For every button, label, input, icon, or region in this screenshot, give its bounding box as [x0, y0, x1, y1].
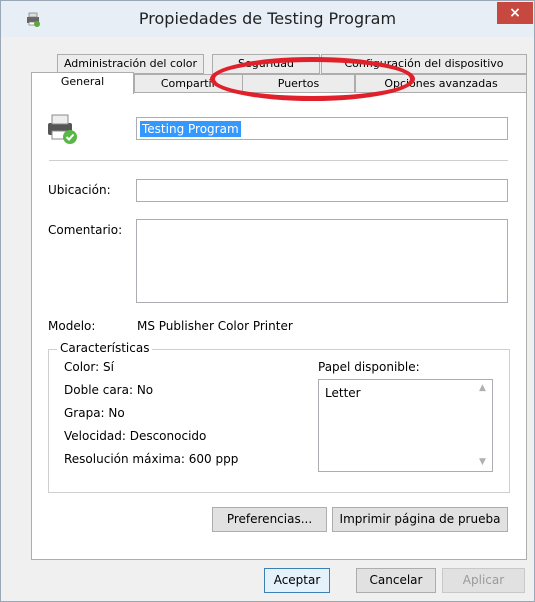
tab-seguridad[interactable]: Seguridad — [212, 54, 320, 74]
model-label: Modelo: — [48, 319, 96, 333]
printer-name-field[interactable]: Testing Program — [136, 117, 508, 140]
feature-staple: Grapa: No — [64, 406, 125, 420]
printer-name-selection: Testing Program — [140, 121, 241, 137]
feature-speed: Velocidad: Desconocido — [64, 429, 207, 443]
model-value: MS Publisher Color Printer — [137, 319, 293, 333]
printer-properties-dialog: Propiedades de Testing Program × Adminis… — [0, 0, 535, 602]
list-item[interactable]: Letter — [325, 386, 361, 400]
tab-puertos[interactable]: Puertos — [242, 74, 355, 94]
feature-duplex: Doble cara: No — [64, 383, 154, 397]
divider — [49, 160, 508, 161]
print-test-page-button[interactable]: Imprimir página de prueba — [332, 507, 508, 532]
scroll-down-icon[interactable]: ▼ — [479, 457, 488, 467]
preferences-button[interactable]: Preferencias... — [212, 507, 327, 532]
scrollbar[interactable]: ▲ ▼ — [475, 380, 492, 469]
location-label: Ubicación: — [48, 183, 111, 197]
scroll-up-icon[interactable]: ▲ — [479, 383, 488, 393]
location-field[interactable] — [136, 179, 508, 202]
tab-administracion-color[interactable]: Administración del color — [57, 54, 204, 74]
close-button[interactable]: × — [497, 2, 533, 24]
printer-icon — [48, 114, 77, 144]
tab-general[interactable]: General — [31, 72, 134, 94]
general-panel: Testing Program Ubicación: Comentario: M… — [31, 92, 527, 560]
cancel-button[interactable]: Cancelar — [356, 568, 436, 593]
ok-button[interactable]: Aceptar — [264, 568, 330, 593]
feature-max-resolution: Resolución máxima: 600 ppp — [64, 452, 239, 466]
comment-label: Comentario: — [48, 223, 123, 237]
title-bar: Propiedades de Testing Program × — [1, 1, 534, 37]
tab-opciones-avanzadas[interactable]: Opciones avanzadas — [355, 74, 527, 94]
tab-configuracion-dispositivo[interactable]: Configuración del dispositivo — [321, 54, 527, 74]
feature-color: Color: Sí — [64, 360, 114, 374]
window-title: Propiedades de Testing Program — [138, 9, 397, 28]
comment-field[interactable] — [136, 219, 508, 303]
apply-button[interactable]: Aplicar — [442, 568, 525, 593]
features-title: Características — [57, 341, 153, 355]
paper-available-label: Papel disponible: — [318, 360, 420, 374]
tab-compartir[interactable]: Compartir — [134, 74, 243, 94]
paper-list[interactable]: Letter ▲ ▼ — [318, 379, 493, 472]
